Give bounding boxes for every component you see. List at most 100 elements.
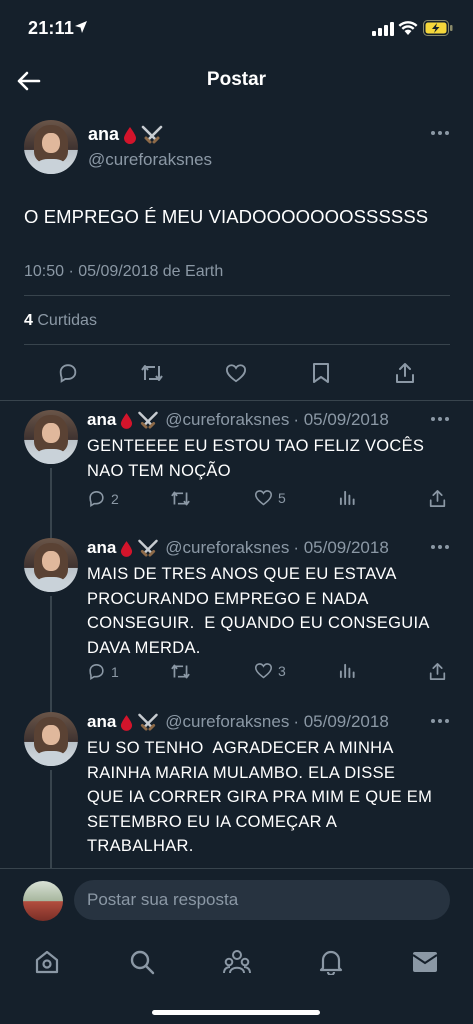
bookmark-icon [313, 363, 329, 383]
reply-text-line: QUE IA CORRER GIRA PRA MIM E QUE EM [87, 788, 433, 806]
author-handle[interactable]: @cureforaksnes [165, 538, 289, 558]
like-button[interactable] [221, 358, 251, 388]
reply-header: ana @cureforaksnes · 05/09/2018 [87, 712, 389, 732]
reply-header: ana @cureforaksnes · 05/09/2018 [87, 410, 389, 430]
tab-search[interactable] [122, 942, 162, 982]
author-handle[interactable]: @cureforaksnes [88, 150, 212, 170]
author-name[interactable]: ana [87, 410, 116, 430]
avatar[interactable] [24, 410, 78, 464]
tab-messages[interactable] [405, 942, 445, 982]
communities-icon [223, 950, 251, 974]
views-button[interactable] [339, 489, 356, 506]
reply-text: GENTEEEE EU ESTOU TAO FELIZ VOCÊS NAO TE… [87, 434, 447, 483]
retweet-icon [171, 664, 190, 679]
likes-label: Curtidas [37, 312, 97, 329]
share-icon [429, 489, 446, 507]
reply-date: · 05/09/2018 [293, 538, 389, 557]
author-name[interactable]: ana [87, 712, 116, 732]
tab-bar [0, 932, 473, 1024]
crossed-swords-icon [141, 125, 163, 143]
views-button[interactable] [339, 662, 356, 679]
like-button[interactable]: 5 [254, 489, 286, 506]
share-icon [396, 363, 414, 383]
like-icon [225, 364, 247, 383]
share-button[interactable] [390, 358, 420, 388]
blood-drop-icon [121, 540, 133, 557]
page-title: Postar [206, 69, 267, 90]
reply-text-line: DAVA MERDA. [87, 638, 201, 657]
thread-line [50, 596, 52, 716]
more-icon[interactable] [430, 130, 450, 136]
like-icon [254, 663, 273, 679]
views-icon [339, 490, 355, 506]
reply-button[interactable]: 2 [87, 489, 119, 508]
like-icon [254, 490, 273, 506]
avatar[interactable] [24, 120, 78, 174]
share-button[interactable] [429, 662, 446, 681]
retweet-button[interactable] [170, 662, 191, 681]
thread-line [50, 770, 52, 868]
tweet-actions [0, 358, 473, 388]
reply-count: 2 [111, 490, 119, 507]
reply-text-line: CONSEGUIR. E QUANDO EU CONSEGUIA [87, 614, 430, 632]
status-time: 21:11 [28, 18, 75, 38]
retweet-button[interactable] [137, 358, 167, 388]
reply-button[interactable]: 1 [87, 662, 119, 681]
author-handle[interactable]: @cureforaksnes [165, 410, 289, 430]
home-icon [35, 950, 59, 974]
signal-icon [372, 22, 394, 36]
tweet-timestamp: 10:50 · 05/09/2018 de Earth [24, 263, 224, 280]
like-button[interactable]: 3 [254, 662, 286, 679]
reply-icon [89, 490, 104, 508]
reply-text-line: SETEMBRO EU IA COMEÇAR A [87, 812, 338, 831]
blood-drop-icon [121, 714, 133, 731]
compose-bar: Postar sua resposta [0, 868, 473, 932]
reply-icon [89, 663, 104, 681]
divider [0, 400, 473, 401]
reply-text-line: PROCURANDO EMPREGO E NADA [87, 589, 369, 608]
more-icon[interactable] [430, 544, 450, 550]
battery-icon [423, 20, 453, 36]
likes-count[interactable]: 4 Curtidas [24, 312, 97, 330]
tab-home[interactable] [27, 942, 67, 982]
wifi-icon [398, 21, 418, 35]
crossed-swords-icon [138, 713, 159, 731]
bell-icon [319, 950, 343, 975]
reply-count: 1 [111, 663, 119, 680]
retweet-icon [141, 365, 163, 381]
blood-drop-icon [124, 126, 137, 144]
reply-button[interactable] [53, 358, 83, 388]
more-icon[interactable] [430, 718, 450, 724]
status-bar: 21:11 [0, 0, 473, 56]
views-icon [339, 663, 355, 679]
author-handle[interactable]: @cureforaksnes [165, 712, 289, 732]
reply-input[interactable]: Postar sua resposta [74, 880, 450, 920]
reply-text-line: RAINHA MARIA MULAMBO. ELA DISSE [87, 763, 396, 782]
blood-drop-icon [121, 412, 133, 429]
divider [24, 344, 450, 345]
likes-number: 4 [24, 312, 33, 329]
reply-header: ana @cureforaksnes · 05/09/2018 [87, 538, 389, 558]
reply-icon [59, 364, 77, 383]
tweet-author[interactable]: ana [88, 124, 163, 145]
retweet-button[interactable] [170, 489, 191, 508]
author-name[interactable]: ana [87, 538, 116, 558]
author-name: ana [88, 124, 120, 144]
avatar[interactable] [24, 712, 78, 766]
avatar[interactable] [24, 538, 78, 592]
search-icon [130, 950, 155, 975]
tab-notifications[interactable] [311, 942, 351, 982]
reply-date: · 05/09/2018 [293, 410, 389, 429]
reply-actions: 1 3 [87, 662, 457, 684]
reply-date: · 05/09/2018 [293, 712, 389, 731]
share-button[interactable] [429, 489, 446, 508]
avatar[interactable] [23, 881, 63, 921]
share-icon [429, 663, 446, 680]
bookmark-button[interactable] [306, 358, 336, 388]
reply-text-line: MAIS DE TRES ANOS QUE EU ESTAVA [87, 565, 397, 583]
tab-communities[interactable] [217, 942, 257, 982]
crossed-swords-icon [138, 411, 159, 429]
more-icon[interactable] [430, 416, 450, 422]
home-indicator [152, 1010, 320, 1015]
crossed-swords-icon [138, 539, 159, 557]
